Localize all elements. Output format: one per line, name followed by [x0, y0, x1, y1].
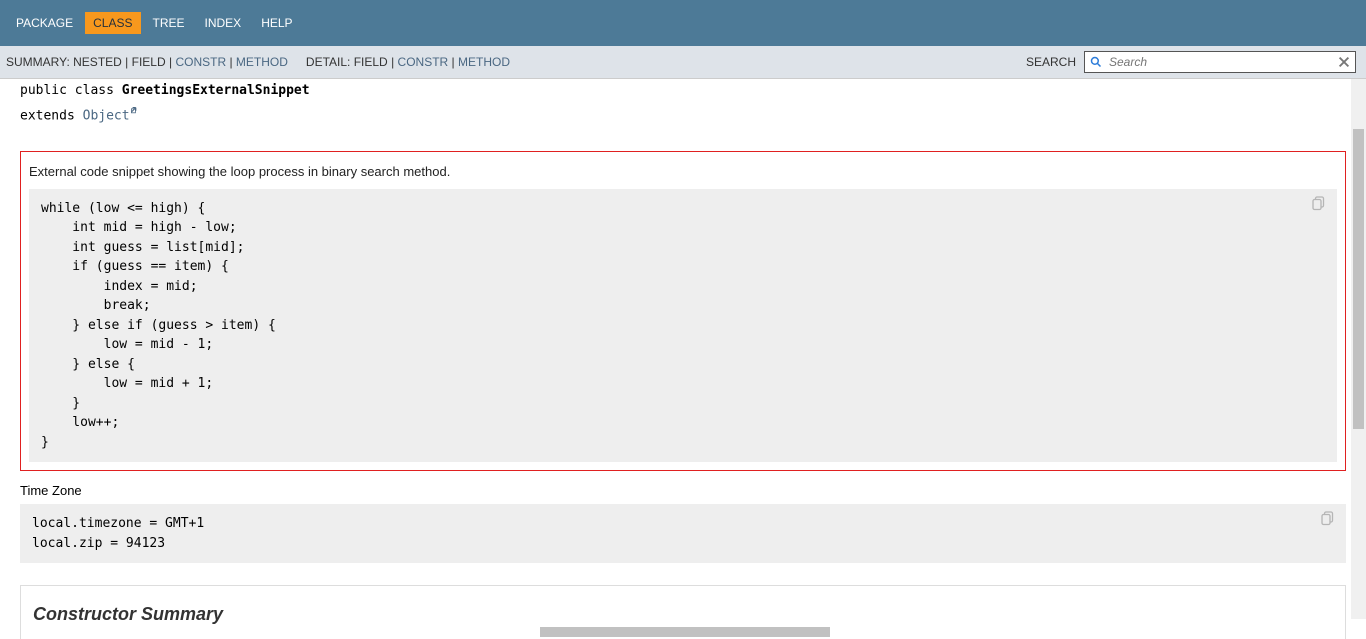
constructor-summary-title: Constructor Summary: [33, 604, 1333, 625]
class-name: GreetingsExternalSnippet: [122, 83, 310, 98]
main-content: public class GreetingsExternalSnippet ex…: [0, 79, 1366, 639]
superclass-link[interactable]: Object: [83, 108, 130, 123]
timezone-code-text: local.timezone = GMT+1 local.zip = 94123: [32, 516, 204, 551]
search-input[interactable]: [1107, 54, 1333, 70]
horizontal-scrollbar[interactable]: [0, 624, 1351, 639]
copy-icon[interactable]: [1320, 510, 1338, 528]
snippet-description: External code snippet showing the loop p…: [29, 164, 1337, 179]
search-icon: [1089, 55, 1103, 69]
detail-method[interactable]: METHOD: [458, 55, 510, 69]
search-label: SEARCH: [1026, 55, 1076, 69]
top-nav: PACKAGECLASSTREEINDEXHELP: [0, 0, 1366, 46]
timezone-label: Time Zone: [20, 483, 1346, 498]
timezone-code: local.timezone = GMT+1 local.zip = 94123: [20, 504, 1346, 563]
scrollbar-thumb-horizontal[interactable]: [540, 627, 830, 637]
summary-nested: NESTED: [73, 55, 122, 69]
external-link-icon: [131, 101, 139, 121]
detail-field: FIELD: [354, 55, 388, 69]
nav-class[interactable]: CLASS: [85, 12, 140, 34]
signature-prefix: public class: [20, 83, 122, 98]
snippet-code: while (low <= high) { int mid = high - l…: [29, 189, 1337, 463]
sub-nav: SUMMARY: NESTED | FIELD | CONSTR | METHO…: [0, 46, 1366, 79]
copy-icon[interactable]: [1311, 195, 1329, 213]
clear-icon[interactable]: [1336, 54, 1352, 70]
summary-constr[interactable]: CONSTR: [175, 55, 226, 69]
nav-help[interactable]: HELP: [253, 12, 300, 34]
nav-index[interactable]: INDEX: [197, 12, 250, 34]
vertical-scrollbar[interactable]: [1351, 79, 1366, 619]
scrollbar-thumb[interactable]: [1353, 129, 1364, 429]
search-box[interactable]: [1084, 51, 1356, 73]
summary-method[interactable]: METHOD: [236, 55, 288, 69]
summary-label: SUMMARY:: [6, 55, 70, 69]
nav-tree[interactable]: TREE: [145, 12, 193, 34]
extends-prefix: extends: [20, 108, 83, 123]
summary-field: FIELD: [132, 55, 166, 69]
class-signature: public class GreetingsExternalSnippet ex…: [20, 81, 1346, 127]
snippet-code-text: while (low <= high) { int mid = high - l…: [41, 201, 276, 450]
detail-label: DETAIL:: [306, 55, 350, 69]
nav-package[interactable]: PACKAGE: [8, 12, 81, 34]
detail-constr[interactable]: CONSTR: [398, 55, 449, 69]
snippet-block: External code snippet showing the loop p…: [20, 151, 1346, 472]
